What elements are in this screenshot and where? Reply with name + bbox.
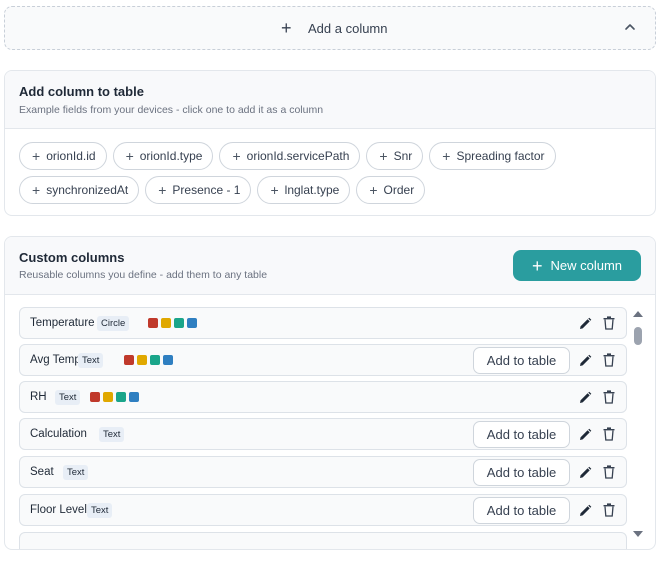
field-chip[interactable]: + lnglat.type (257, 176, 351, 204)
custom-columns-subtitle: Reusable columns you define - add them t… (19, 269, 268, 281)
add-to-table-button[interactable]: Add to table (473, 421, 570, 448)
column-type-badge: Text (63, 465, 89, 480)
column-type-badge: Circle (97, 316, 130, 331)
color-swatch (161, 318, 171, 328)
color-swatch (174, 318, 184, 328)
scrollbar-thumb[interactable] (634, 327, 642, 345)
field-chip-label: Snr (393, 149, 413, 163)
field-chip-row: + orionId.id + orionId.type + orionId.service… (19, 142, 639, 170)
pencil-icon[interactable] (578, 466, 592, 480)
color-swatch (137, 355, 147, 365)
column-name: Floor Level (30, 504, 87, 516)
field-chip-list: + orionId.id + orionId.type + orionId.service… (19, 142, 639, 210)
column-type-badge: Text (99, 427, 125, 442)
plus-icon: + (232, 148, 241, 164)
field-chip-label: orionId.id (46, 149, 96, 163)
add-column-card: Add column to table Example fields from … (4, 70, 656, 216)
field-chip[interactable]: + orionId.servicePath (219, 142, 361, 170)
trash-icon[interactable] (603, 390, 615, 404)
trash-icon[interactable] (603, 465, 615, 479)
field-chip[interactable]: + Presence - 1 (145, 176, 252, 204)
field-chip-label: orionId.type (139, 149, 203, 163)
add-column-card-header: Add column to table Example fields from … (5, 71, 655, 129)
add-to-table-button[interactable]: Add to table (473, 459, 570, 486)
color-swatch (116, 392, 126, 402)
column-type-badge: Text (87, 503, 113, 518)
field-chip-label: lnglat.type (284, 183, 340, 197)
color-swatch (129, 392, 139, 402)
pencil-icon[interactable] (578, 354, 592, 368)
column-name: Calculation (30, 428, 87, 440)
column-name: Seat (30, 466, 54, 478)
field-chip[interactable]: + Snr (366, 142, 424, 170)
trash-icon[interactable] (603, 353, 615, 367)
color-swatch (187, 318, 197, 328)
column-name: RH (30, 391, 47, 403)
pencil-icon[interactable] (578, 504, 592, 518)
scrollbar[interactable] (633, 311, 643, 537)
field-chip-label: orionId.servicePath (246, 149, 350, 163)
add-to-table-button[interactable]: Add to table (473, 347, 570, 374)
trash-icon[interactable] (603, 316, 615, 330)
column-name: Avg Temp (30, 354, 81, 366)
custom-column-row[interactable]: Floor Level Text Add to table (19, 494, 627, 526)
column-type-badge: Text (55, 390, 81, 405)
custom-column-row[interactable]: Temperature Circle (19, 307, 627, 339)
pencil-icon[interactable] (578, 317, 592, 331)
add-column-label: Add a column (308, 21, 388, 36)
color-swatches (148, 318, 197, 328)
field-chip[interactable]: + Spreading factor (429, 142, 556, 170)
add-to-table-button[interactable]: Add to table (473, 497, 570, 524)
custom-column-row[interactable]: Calculation Text Add to table (19, 418, 627, 450)
field-chip-label: Spreading factor (456, 149, 545, 163)
color-swatch (124, 355, 134, 365)
new-column-button[interactable]: + New column (513, 250, 641, 281)
column-type-badge: Text (78, 353, 104, 368)
plus-icon: + (281, 18, 292, 38)
field-chip-label: synchronizedAt (46, 183, 129, 197)
plus-icon: + (158, 182, 167, 198)
plus-icon: + (32, 182, 41, 198)
plus-icon: + (32, 148, 41, 164)
color-swatch (150, 355, 160, 365)
plus-icon: + (442, 148, 451, 164)
add-column-bar[interactable]: + Add a column (4, 6, 656, 50)
plus-icon: + (125, 148, 134, 164)
color-swatch (163, 355, 173, 365)
field-chip-row: + synchronizedAt + Presence - 1 + lnglat.type… (19, 176, 639, 204)
trash-icon[interactable] (603, 503, 615, 517)
plus-icon: + (379, 148, 388, 164)
custom-columns-card-header: Custom columns Reusable columns you defi… (5, 237, 655, 295)
color-swatch (148, 318, 158, 328)
plus-icon: + (531, 255, 543, 276)
color-swatch (90, 392, 100, 402)
scroll-up-icon[interactable] (633, 311, 643, 317)
chevron-up-icon[interactable] (623, 20, 637, 34)
pencil-icon[interactable] (578, 428, 592, 442)
custom-column-row[interactable]: RH Text (19, 381, 627, 413)
custom-columns-title: Custom columns (19, 250, 125, 265)
color-swatch (103, 392, 113, 402)
field-chip-label: Order (383, 183, 415, 197)
add-column-card-title: Add column to table (19, 84, 144, 99)
field-chip[interactable]: + orionId.id (19, 142, 107, 170)
column-name: Temperature (30, 317, 95, 329)
field-chip[interactable]: + synchronizedAt (19, 176, 140, 204)
color-swatches (124, 355, 173, 365)
custom-columns-card: Custom columns Reusable columns you defi… (4, 236, 656, 550)
field-chip-label: Presence - 1 (172, 183, 241, 197)
plus-icon: + (270, 182, 279, 198)
plus-icon: + (369, 182, 378, 198)
add-column-card-subtitle: Example fields from your devices - click… (19, 104, 324, 116)
trash-icon[interactable] (603, 427, 615, 441)
pencil-icon[interactable] (578, 391, 592, 405)
custom-column-row[interactable] (19, 532, 627, 549)
custom-column-row[interactable]: Avg Temp Text Add to table (19, 344, 627, 376)
scroll-down-icon[interactable] (633, 531, 643, 537)
color-swatches (90, 392, 139, 402)
custom-column-row[interactable]: Seat Text Add to table (19, 456, 627, 488)
new-column-label: New column (550, 258, 623, 273)
field-chip[interactable]: + orionId.type (112, 142, 214, 170)
field-chip[interactable]: + Order (356, 176, 426, 204)
